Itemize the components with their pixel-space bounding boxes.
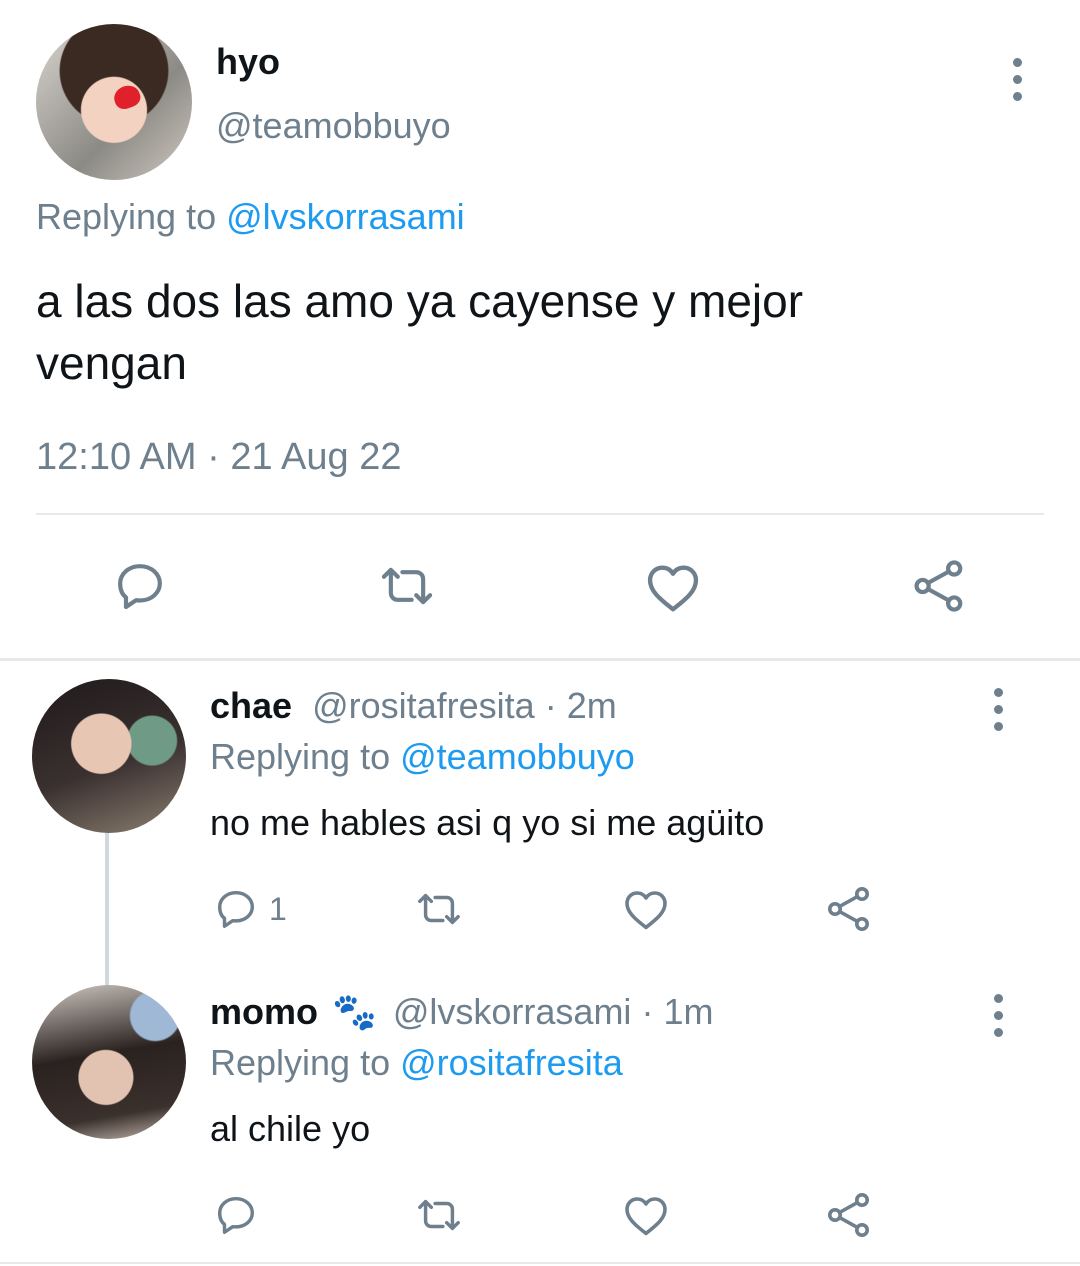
retweet-icon [418, 893, 460, 925]
avatar-chae[interactable] [32, 679, 186, 833]
avatar-momo[interactable] [32, 985, 186, 1139]
like-icon [647, 565, 699, 612]
timestamp[interactable]: 12:10 AM · 21 Aug 22 [36, 434, 402, 480]
share-button[interactable] [910, 558, 968, 614]
heart-prop [111, 82, 143, 112]
reply-icon [118, 564, 162, 610]
share-button[interactable] [825, 885, 873, 933]
replying-to-link[interactable]: @lvskorrasami [226, 196, 465, 237]
reply-icon [217, 890, 255, 928]
more-options-icon[interactable] [1007, 58, 1027, 101]
handle[interactable]: @teamobbuyo [216, 104, 451, 148]
display-name[interactable]: hyo [216, 40, 280, 84]
replying-to-line: Replying to @lvskorrasami [36, 194, 465, 240]
like-button[interactable] [622, 1192, 670, 1238]
replying-prefix: Replying to [210, 1042, 401, 1083]
retweet-button[interactable] [413, 886, 465, 932]
reply-time[interactable]: 2m [567, 685, 617, 726]
display-name[interactable]: chae [210, 685, 292, 726]
more-options-icon[interactable] [988, 994, 1008, 1037]
separator: · [631, 991, 664, 1032]
reply-time[interactable]: 1m [663, 991, 713, 1032]
like-icon [625, 1197, 667, 1236]
replying-to-link[interactable]: @teamobbuyo [400, 736, 635, 777]
share-icon [914, 560, 963, 612]
bottom-divider [0, 1262, 1080, 1264]
tweet-text: a las dos las amo ya cayense y mejor ven… [36, 270, 803, 394]
retweet-icon [381, 567, 433, 605]
replying-to-line: Replying to @rositafresita [210, 1040, 623, 1086]
reply-button[interactable] [112, 558, 168, 614]
reply-text: al chile yo [210, 1108, 371, 1149]
tweet-text-line-2: vengan [36, 337, 187, 389]
paw-prints-icon: 🐾 [332, 991, 377, 1032]
avatar-hyo[interactable] [36, 24, 192, 180]
retweet-icon [418, 1199, 460, 1231]
tweet-text-line-1: a las dos las amo ya cayense y mejor [36, 275, 804, 327]
divider [36, 513, 1044, 515]
reply-header: chae @rositafresita · 2m [210, 684, 617, 728]
replying-to-link[interactable]: @rositafresita [400, 1042, 623, 1083]
reply-count: 1 [269, 891, 287, 927]
like-icon [625, 891, 667, 930]
handle[interactable]: @lvskorrasami [393, 991, 632, 1032]
reply-header: momo 🐾 @lvskorrasami · 1m [210, 990, 713, 1034]
reply-icon [217, 1196, 255, 1234]
like-button[interactable] [644, 560, 702, 614]
thread-line [105, 830, 109, 988]
reply-text: no me hables asi q yo si me agüito [210, 802, 765, 843]
reply-button[interactable]: 1 [213, 886, 287, 932]
share-icon [828, 1193, 869, 1237]
share-icon [828, 887, 869, 931]
reply-button[interactable] [213, 1192, 269, 1238]
more-options-icon[interactable] [988, 688, 1008, 731]
retweet-button[interactable] [377, 558, 437, 614]
section-divider [0, 658, 1080, 661]
replying-prefix: Replying to [36, 196, 227, 237]
separator: · [534, 685, 567, 726]
share-button[interactable] [825, 1191, 873, 1239]
retweet-button[interactable] [413, 1192, 465, 1238]
replying-prefix: Replying to [210, 736, 401, 777]
display-name[interactable]: momo [210, 991, 318, 1032]
replying-to-line: Replying to @teamobbuyo [210, 734, 635, 780]
handle[interactable]: @rositafresita [312, 685, 535, 726]
like-button[interactable] [622, 886, 670, 932]
